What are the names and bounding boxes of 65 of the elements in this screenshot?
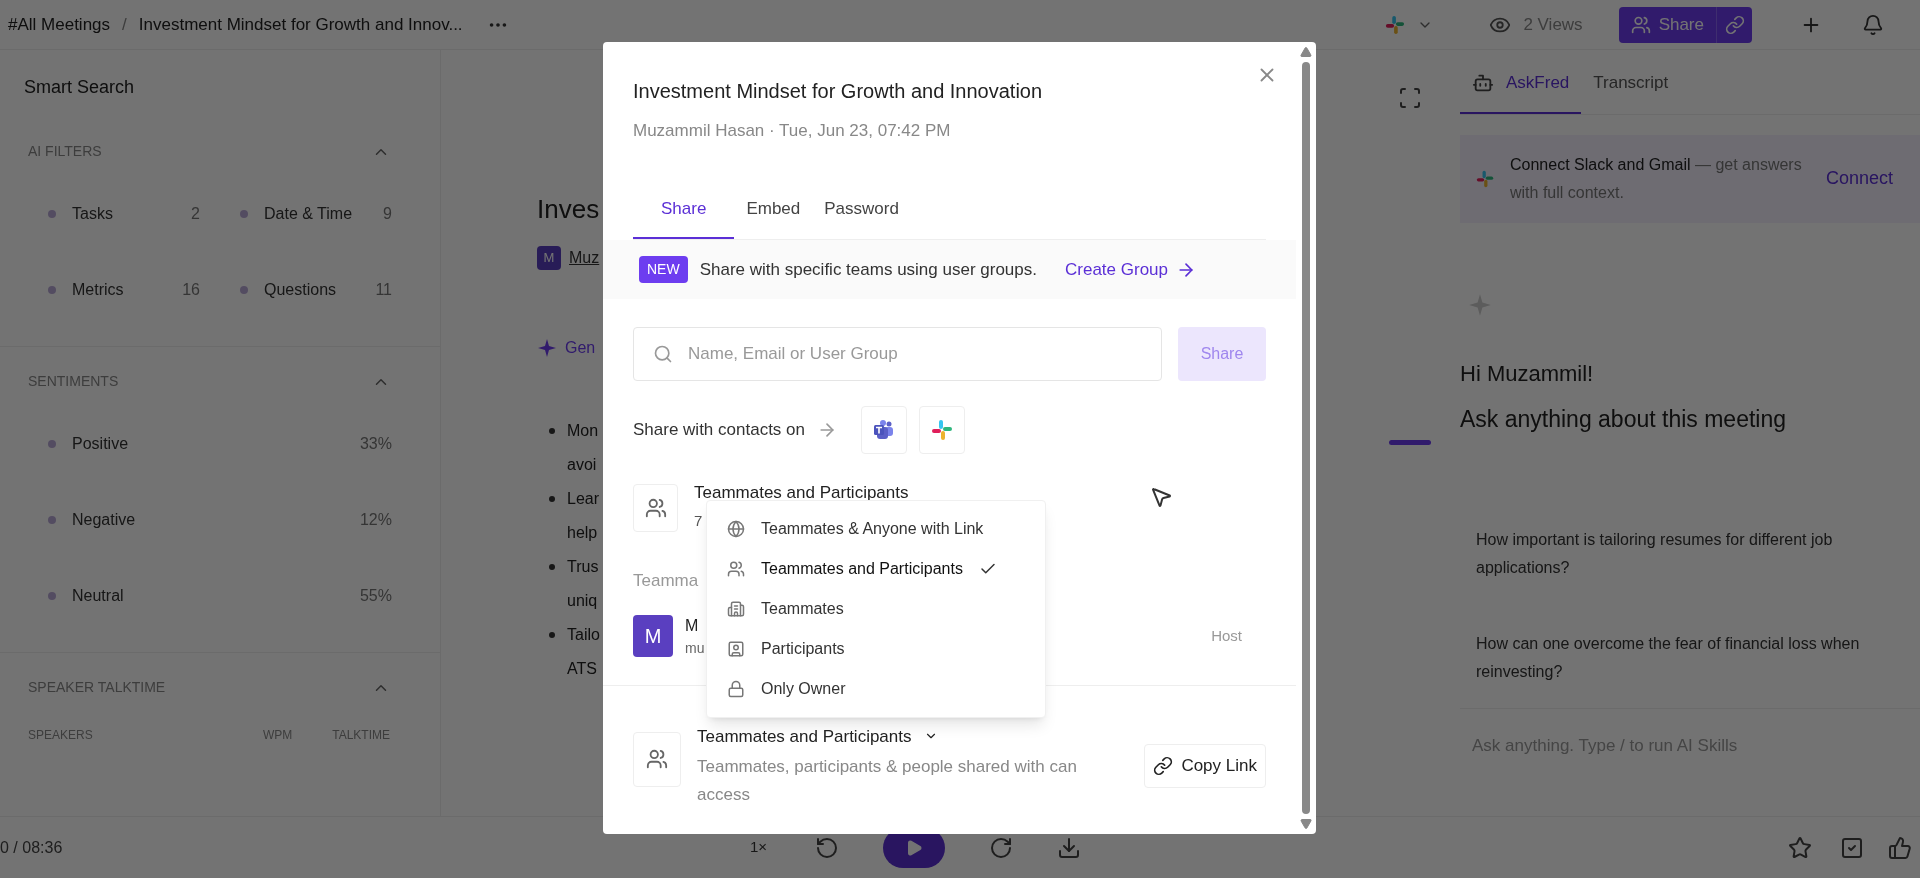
filter-label[interactable]: Tasks xyxy=(72,202,176,226)
filter-count: 16 xyxy=(182,280,200,300)
menu-item[interactable]: Teammates & Anyone with Link xyxy=(707,509,1045,549)
filter-label[interactable]: Metrics xyxy=(72,278,167,302)
generate-link[interactable]: Gen xyxy=(565,336,596,360)
greeting-text: Hi Muzammil! xyxy=(1460,359,1595,388)
member-role: Host xyxy=(1211,625,1242,646)
sentiment-percent: 12% xyxy=(359,510,392,530)
access-title: Teammates and Participants xyxy=(694,482,909,504)
member-avatar: M xyxy=(633,615,673,657)
host-link[interactable]: Muz xyxy=(569,246,600,270)
access-detail: 7 xyxy=(694,510,703,531)
access-description: Teammates, participants & people shared with can access xyxy=(697,756,1078,806)
summary-text: avoi xyxy=(567,455,598,475)
notice-text: Share with specific teams using user groups. xyxy=(699,258,1037,281)
sentiment-percent: 55% xyxy=(359,586,392,606)
filter-count: 9 xyxy=(383,204,392,224)
menu-item[interactable]: Teammates xyxy=(707,589,1045,629)
summary-text: ATS xyxy=(567,659,598,679)
playback-time: 0 / 08:36 xyxy=(0,837,64,858)
summary-text: help xyxy=(567,523,599,543)
panel-title: Smart Search xyxy=(23,76,136,99)
contacts-label: Share with contacts on xyxy=(633,419,805,442)
copy-link-button[interactable]: Copy Link xyxy=(1144,743,1266,788)
member-email: mu xyxy=(685,638,705,658)
greeting-prompt: Ask anything about this meeting xyxy=(1460,404,1788,434)
suggested-question[interactable]: How can one overcome the fear of financial loss when reinvesting? xyxy=(1476,630,1912,686)
summary-text: Trus xyxy=(567,557,599,577)
search-field[interactable]: Name, Email or User Group xyxy=(633,327,1162,381)
filter-label[interactable]: Questions xyxy=(264,278,360,302)
dialog-title: Investment Mindset for Growth and Innovation xyxy=(633,79,1043,104)
suggested-question[interactable]: How important is tailoring resumes for different job applications? xyxy=(1476,526,1912,582)
meeting-heading: Inves xyxy=(537,196,600,222)
summary-text: Tailo xyxy=(567,625,600,645)
share-button[interactable]: Share xyxy=(1618,6,1716,43)
sentiment-label[interactable]: Positive xyxy=(72,432,344,456)
dialog-tab[interactable]: Password xyxy=(812,195,911,239)
banner-text: Connect Slack and Gmail — get answers with full context. xyxy=(1510,154,1803,203)
member-name: M xyxy=(685,615,699,636)
sentiment-percent: 33% xyxy=(359,434,392,454)
filter-count: 2 xyxy=(191,204,200,224)
host-avatar: M xyxy=(537,246,561,270)
panel-tab[interactable]: Transcript xyxy=(1581,62,1681,114)
dialog-subtitle: Muzammil Hasan · Tue, Jun 23, 07:42 PM xyxy=(632,120,952,142)
dialog-tab[interactable]: Embed xyxy=(734,195,813,239)
meeting-title: Investment Mindset for Growth and Innov... xyxy=(138,13,463,36)
breadcrumb-separator: / xyxy=(122,13,127,36)
speed-button[interactable]: 1× xyxy=(750,836,768,859)
menu-item[interactable]: Participants xyxy=(707,629,1045,669)
menu-item[interactable]: Only Owner xyxy=(707,669,1045,709)
filter-count: 11 xyxy=(375,280,392,300)
panel-tab[interactable]: AskFred xyxy=(1460,62,1582,114)
summary-text: uniq xyxy=(567,591,599,611)
summary-text: Mon xyxy=(567,421,599,441)
sentiment-label[interactable]: Negative xyxy=(72,508,344,532)
new-badge: NEW xyxy=(639,256,688,283)
breadcrumb-link[interactable]: #All Meetings xyxy=(8,11,111,38)
create-group-link[interactable]: Create Group xyxy=(1065,256,1196,283)
members-heading: Teamma xyxy=(633,570,699,592)
menu-item[interactable]: Teammates and Participants xyxy=(707,549,1045,589)
summary-text: Lear xyxy=(567,489,600,509)
connect-link[interactable]: Connect xyxy=(1826,165,1894,192)
filter-label[interactable]: Date & Time xyxy=(264,202,368,226)
access-select[interactable]: Teammates and Participants xyxy=(697,723,1129,749)
sentiment-label[interactable]: Neutral xyxy=(72,584,344,608)
